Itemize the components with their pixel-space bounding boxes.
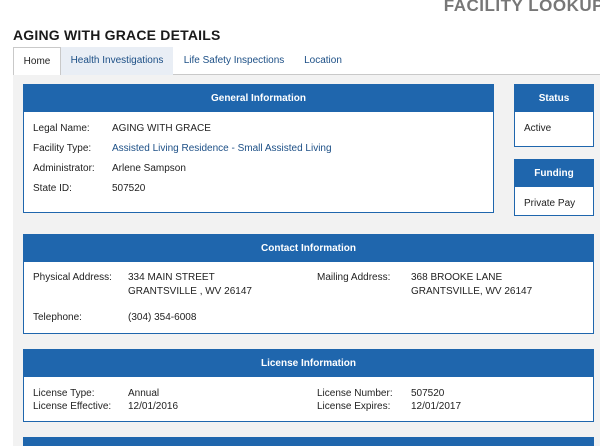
mailing-address-label: Mailing Address: — [317, 272, 391, 283]
physical-address-label: Physical Address: — [33, 272, 112, 283]
administrator-label: Administrator: — [33, 163, 95, 174]
status-heading: Status — [515, 85, 593, 112]
next-panel-header — [23, 437, 594, 446]
funding-value: Private Pay — [524, 198, 576, 209]
license-number-value: 507520 — [411, 388, 445, 399]
license-effective-value: 12/01/2016 — [128, 401, 179, 412]
telephone-value: (304) 354-6008 — [128, 312, 197, 323]
tab-health-investigations[interactable]: Health Investigations — [61, 47, 173, 75]
mailing-address-line2: GRANTSVILLE, WV 26147 — [411, 286, 533, 297]
state-id-label: State ID: — [33, 183, 72, 194]
page-title: AGING WITH GRACE DETAILS — [13, 27, 221, 43]
telephone-label: Telephone: — [33, 312, 82, 323]
facility-type-label: Facility Type: — [33, 143, 92, 154]
license-expires-label: License Expires: — [317, 401, 391, 412]
tab-location[interactable]: Location — [295, 47, 351, 75]
administrator-value: Arlene Sampson — [112, 163, 186, 174]
physical-address-line1: 334 MAIN STREET — [128, 272, 215, 283]
status-value: Active — [524, 123, 552, 134]
content-area: General Information Legal Name: AGING WI… — [13, 75, 600, 446]
license-information-panel: License Information License Type: Annual… — [23, 349, 594, 422]
status-panel: Status Active — [514, 84, 594, 147]
license-expires-value: 12/01/2017 — [411, 401, 462, 412]
license-information-heading: License Information — [24, 350, 593, 377]
mailing-address-line1: 368 BROOKE LANE — [411, 272, 503, 283]
contact-information-heading: Contact Information — [24, 235, 593, 262]
license-type-label: License Type: — [33, 388, 95, 399]
general-information-heading: General Information — [24, 85, 493, 112]
state-id-value: 507520 — [112, 183, 146, 194]
license-number-label: License Number: — [317, 388, 393, 399]
legal-name-label: Legal Name: — [33, 123, 90, 134]
physical-address-line2: GRANTSVILLE , WV 26147 — [128, 286, 252, 297]
funding-panel: Funding Private Pay — [514, 159, 594, 216]
tab-home[interactable]: Home — [13, 47, 61, 76]
tab-bar: Home Health Investigations Life Safety I… — [13, 47, 600, 76]
license-type-value: Annual — [128, 388, 160, 399]
tab-life-safety-inspections[interactable]: Life Safety Inspections — [173, 47, 295, 75]
facility-type-link[interactable]: Assisted Living Residence - Small Assist… — [112, 143, 332, 154]
license-effective-label: License Effective: — [33, 401, 112, 412]
general-information-panel: General Information Legal Name: AGING WI… — [23, 84, 494, 213]
contact-information-panel: Contact Information Physical Address: 33… — [23, 234, 594, 334]
funding-heading: Funding — [515, 160, 593, 187]
app-title: FACILITY LOOKUP — [443, 0, 600, 15]
next-panel-heading — [24, 438, 593, 446]
legal-name-value: AGING WITH GRACE — [112, 123, 211, 134]
